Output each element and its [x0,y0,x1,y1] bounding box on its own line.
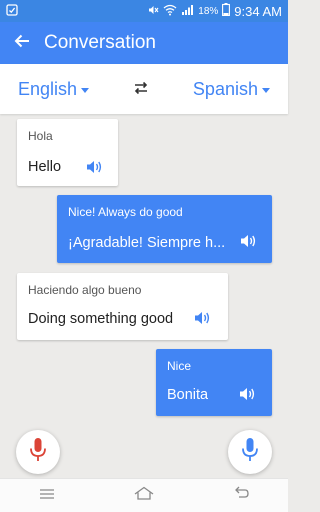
source-mic-button[interactable] [16,430,60,474]
app-bar: Conversation [0,22,288,64]
mute-icon [147,4,159,19]
back-button[interactable] [0,22,44,64]
menu-button[interactable] [39,487,55,505]
speaker-icon[interactable] [194,310,212,326]
system-nav-bar [0,478,288,512]
message-translation-text: Doing something good [28,311,174,327]
arrow-back-icon [14,33,30,54]
dropdown-arrow-icon [261,87,270,93]
back-nav-button[interactable] [233,486,249,505]
source-language-label: English [18,78,78,99]
wifi-icon [163,4,177,19]
battery-percent: 18% [198,5,219,17]
message-source-text: Nice! Always do good [68,205,183,219]
message-source-text: Nice [167,359,192,373]
message-translation-text: ¡Agradable! Siempre h... [68,235,226,251]
message-bubble: Hola Hello [17,119,118,186]
swap-icon [133,79,149,99]
microphone-icon [29,437,47,468]
message-bubble: Nice Bonita [156,349,272,416]
page-title: Conversation [44,32,156,53]
language-bar: English Spanish [0,64,288,114]
message-source-text: Haciendo algo bueno [28,283,142,297]
source-language-selector[interactable]: English [18,78,90,100]
clock: 9:34 AM [234,3,282,19]
message-translation-text: Hello [28,159,62,175]
signal-icon [181,4,194,19]
speaker-icon[interactable] [86,159,104,175]
message-translation-text: Bonita [167,387,209,403]
target-mic-button[interactable] [228,430,272,474]
home-icon [133,486,155,504]
message-source-text: Hola [28,129,53,143]
status-bar: 18% 9:34 AM [0,0,288,22]
microphone-icon [241,437,259,468]
battery-icon [222,3,231,19]
swap-languages-button[interactable] [133,79,149,100]
speaker-icon[interactable] [239,386,257,402]
notification-icon [6,3,18,19]
dropdown-arrow-icon [81,87,90,93]
menu-icon [39,487,55,504]
back-arrow-icon [233,486,249,504]
target-language-selector[interactable]: Spanish [193,79,270,100]
speaker-icon[interactable] [240,233,258,249]
home-button[interactable] [133,486,155,505]
message-bubble: Haciendo algo bueno Doing something good [17,273,228,340]
message-bubble: Nice! Always do good ¡Agradable! Siempre… [57,195,272,263]
target-language-label: Spanish [192,78,258,99]
